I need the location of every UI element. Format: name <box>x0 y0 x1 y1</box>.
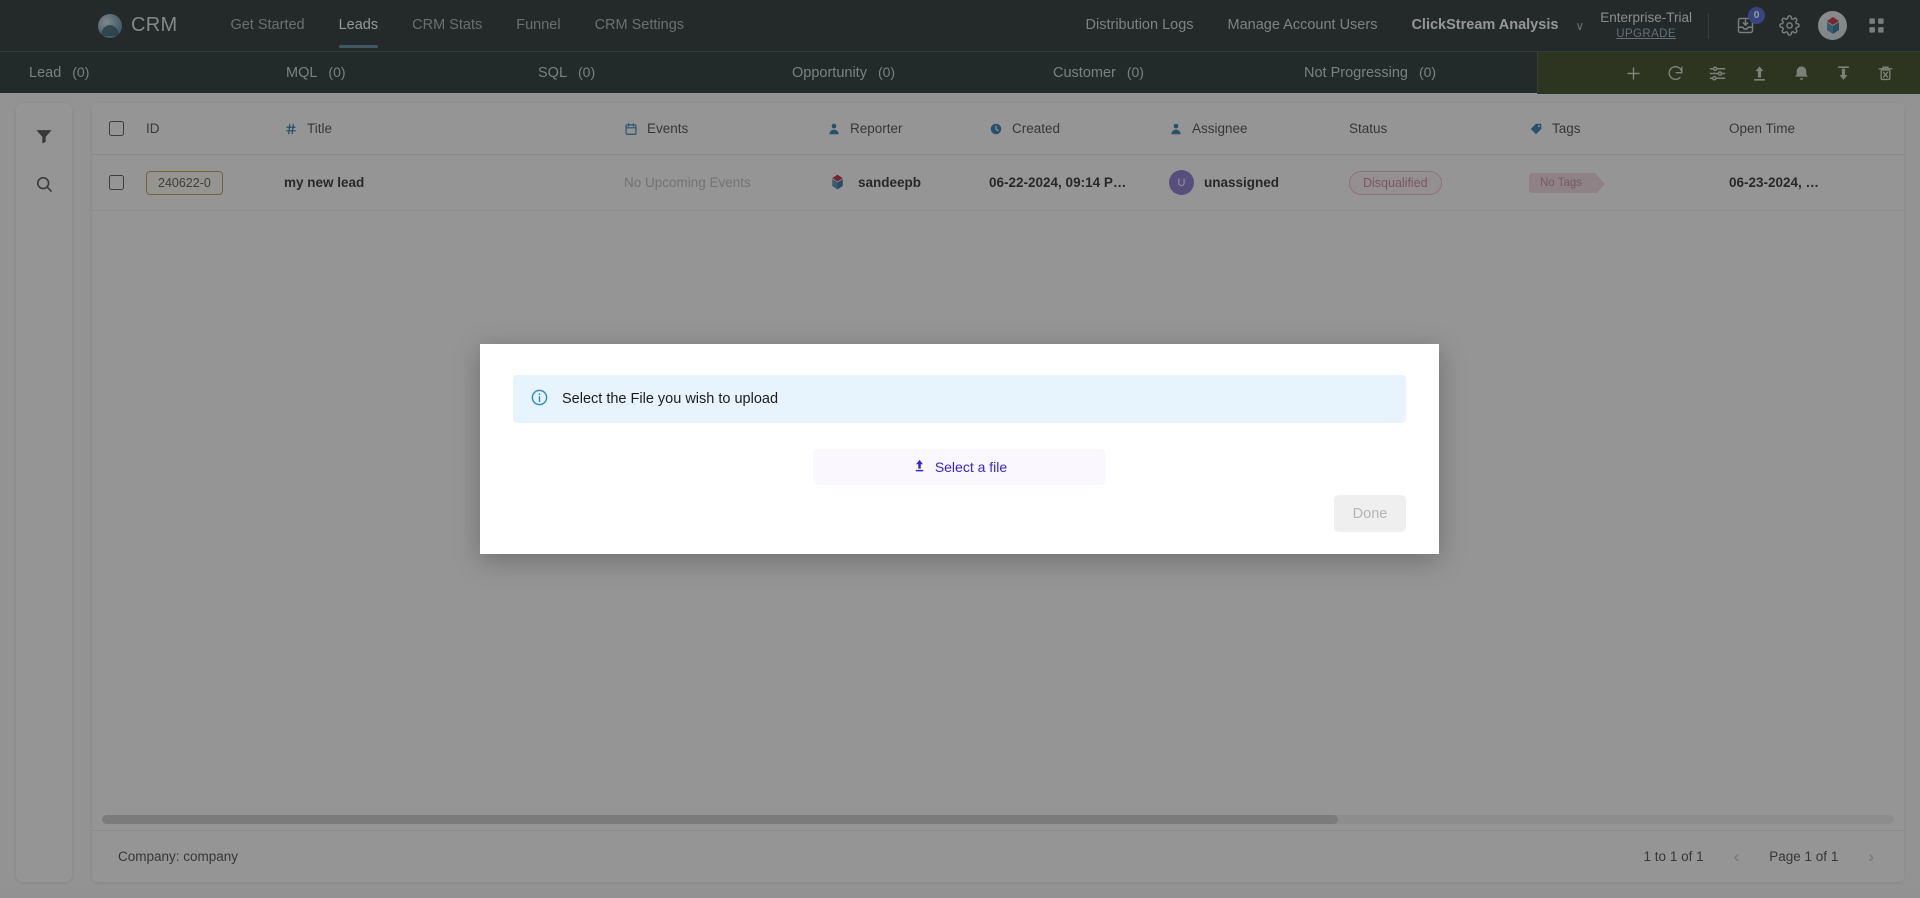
select-a-file-button[interactable]: Select a file <box>813 449 1106 485</box>
crm-app: CRM Get Started Leads CRM Stats Funnel C… <box>0 0 1920 898</box>
upload-arrow-icon <box>912 458 927 476</box>
upload-file-modal: Select the File you wish to upload Selec… <box>480 344 1439 554</box>
select-a-file-label: Select a file <box>934 459 1008 475</box>
modal-info-banner: Select the File you wish to upload <box>513 375 1406 423</box>
done-button[interactable]: Done <box>1334 495 1406 532</box>
info-circle-icon <box>530 388 549 411</box>
modal-info-text: Select the File you wish to upload <box>562 391 779 407</box>
